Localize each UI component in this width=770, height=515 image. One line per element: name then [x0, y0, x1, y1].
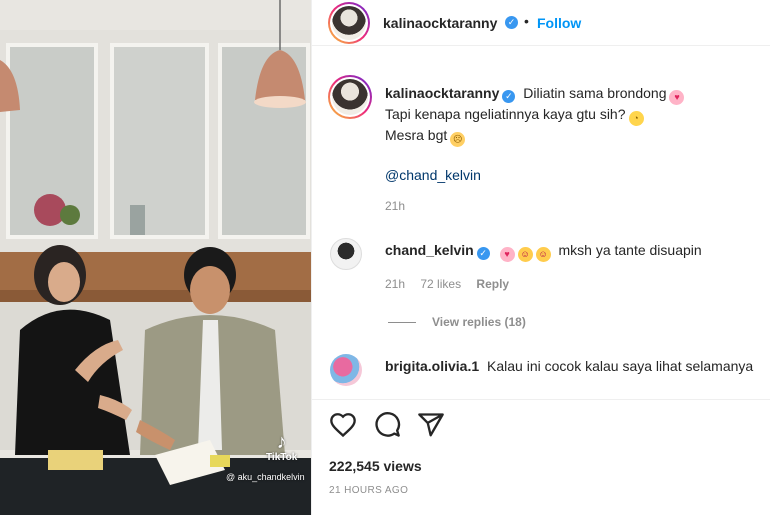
comments-section[interactable]: kalinaocktaranny ✓ Diliatin sama brondong…	[312, 47, 770, 399]
follow-button[interactable]: Follow	[537, 15, 581, 31]
author-avatar-image	[332, 6, 366, 40]
author-username[interactable]: kalinaocktaranny	[383, 15, 497, 31]
commenter-username[interactable]: chand_kelvin	[385, 242, 474, 258]
comment-meta: 21h 72 likes Reply	[385, 277, 521, 291]
caption-line-3: Mesra bgt	[385, 127, 448, 143]
comment-item: chand_kelvin ✓ ♥ ☺ ☺ mksh ya tante disuapin	[385, 242, 702, 262]
post-video[interactable]: ♪ TikTok @ aku_chandkelvin	[0, 0, 311, 515]
heart-icon[interactable]	[329, 411, 357, 439]
commenter-avatar[interactable]	[330, 354, 362, 386]
caption-timestamp[interactable]: 21h	[385, 199, 405, 213]
commenter-avatar[interactable]	[330, 238, 362, 270]
comment-timestamp[interactable]: 21h	[385, 277, 405, 291]
video-frame	[0, 0, 311, 515]
view-replies-button[interactable]: View replies (18)	[388, 315, 526, 329]
tiktok-watermark: ♪ TikTok	[266, 432, 297, 463]
tiktok-label: TikTok	[266, 452, 298, 463]
eye-roll-icon: ◔	[628, 111, 644, 126]
comment-likes[interactable]: 72 likes	[420, 277, 461, 291]
post-timestamp[interactable]: 21 HOURS AGO	[329, 485, 408, 496]
caption-avatar-image	[332, 79, 368, 115]
share-icon[interactable]	[417, 411, 445, 439]
separator-dot: •	[524, 13, 529, 29]
verified-icon: ✓	[476, 247, 490, 260]
smiling-face-hearts-icon: ♥	[669, 90, 685, 105]
caption-line-1: Diliatin sama brondong	[523, 85, 667, 101]
comment-text: Kalau ini cocok kalau saya lihat selaman…	[487, 358, 754, 374]
post-actions: 222,545 views 21 HOURS AGO	[312, 399, 770, 515]
post-details-panel: kalinaocktaranny ✓ • Follow kalinaocktar…	[311, 0, 770, 515]
verified-icon: ✓	[505, 16, 518, 29]
comment-icon[interactable]	[373, 411, 401, 439]
view-count[interactable]: 222,545 views	[329, 458, 422, 474]
post-caption: kalinaocktaranny ✓ Diliatin sama brondong…	[385, 84, 765, 185]
caption-mention-link[interactable]: @chand_kelvin	[385, 167, 481, 183]
commenter-username[interactable]: brigita.olivia.1	[385, 358, 479, 374]
tongue-face-icon: ☺	[535, 247, 551, 262]
caption-username[interactable]: kalinaocktaranny	[385, 85, 499, 101]
author-avatar[interactable]	[328, 2, 370, 44]
comment-text: mksh ya tante disuapin	[558, 242, 702, 258]
caption-line-2: Tapi kenapa ngeliatinnya kaya gtu sih?	[385, 106, 626, 122]
tongue-face-icon: ☺	[517, 247, 533, 262]
smiling-face-hearts-icon: ♥	[499, 247, 515, 262]
reply-button[interactable]: Reply	[476, 277, 509, 291]
post-header: kalinaocktaranny ✓ • Follow	[312, 0, 770, 46]
tiktok-icon: ♪	[276, 431, 287, 453]
tiktok-username: @ aku_chandkelvin	[226, 472, 305, 482]
verified-icon: ✓	[502, 90, 516, 103]
comment-item: brigita.olivia.1 Kalau ini cocok kalau s…	[385, 358, 753, 374]
view-replies-label: View replies (18)	[432, 315, 526, 329]
replies-divider	[388, 322, 416, 324]
caption-author-avatar[interactable]	[328, 75, 372, 119]
worried-face-icon: ☹	[450, 132, 466, 147]
